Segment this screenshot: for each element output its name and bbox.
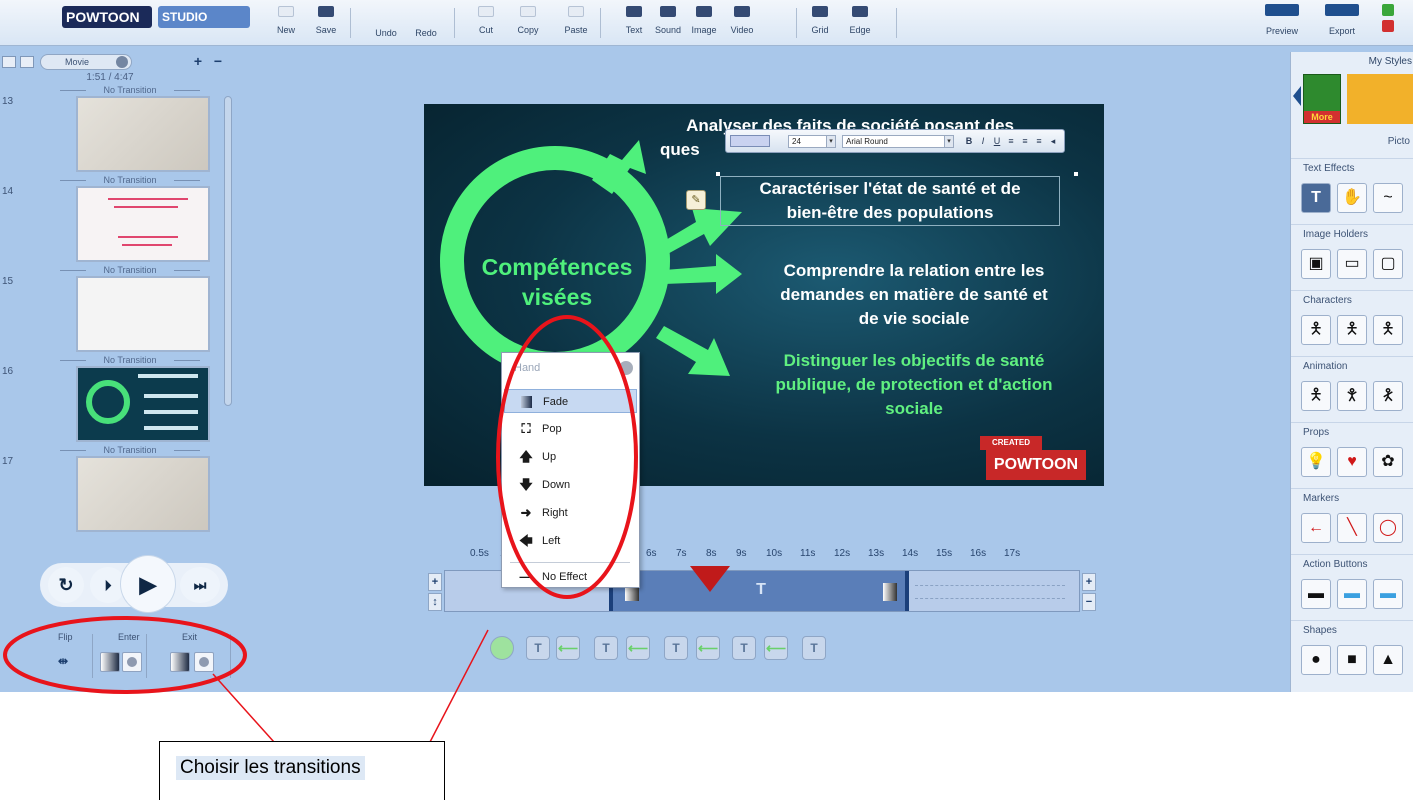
callout-pointer-line xyxy=(212,673,275,743)
transitions-highlight-ellipse xyxy=(3,616,247,694)
dropdown-highlight-ellipse xyxy=(496,315,638,599)
annotation-callout-box: Choisir les transitions xyxy=(159,741,445,800)
screenshot-stage: POWTOON STUDIO New Save Undo Redo Cut Co… xyxy=(0,0,1413,800)
annotation-callout-text: Choisir les transitions xyxy=(176,756,365,780)
callout-pointer-line xyxy=(429,629,489,743)
annotation-layer xyxy=(3,315,638,743)
